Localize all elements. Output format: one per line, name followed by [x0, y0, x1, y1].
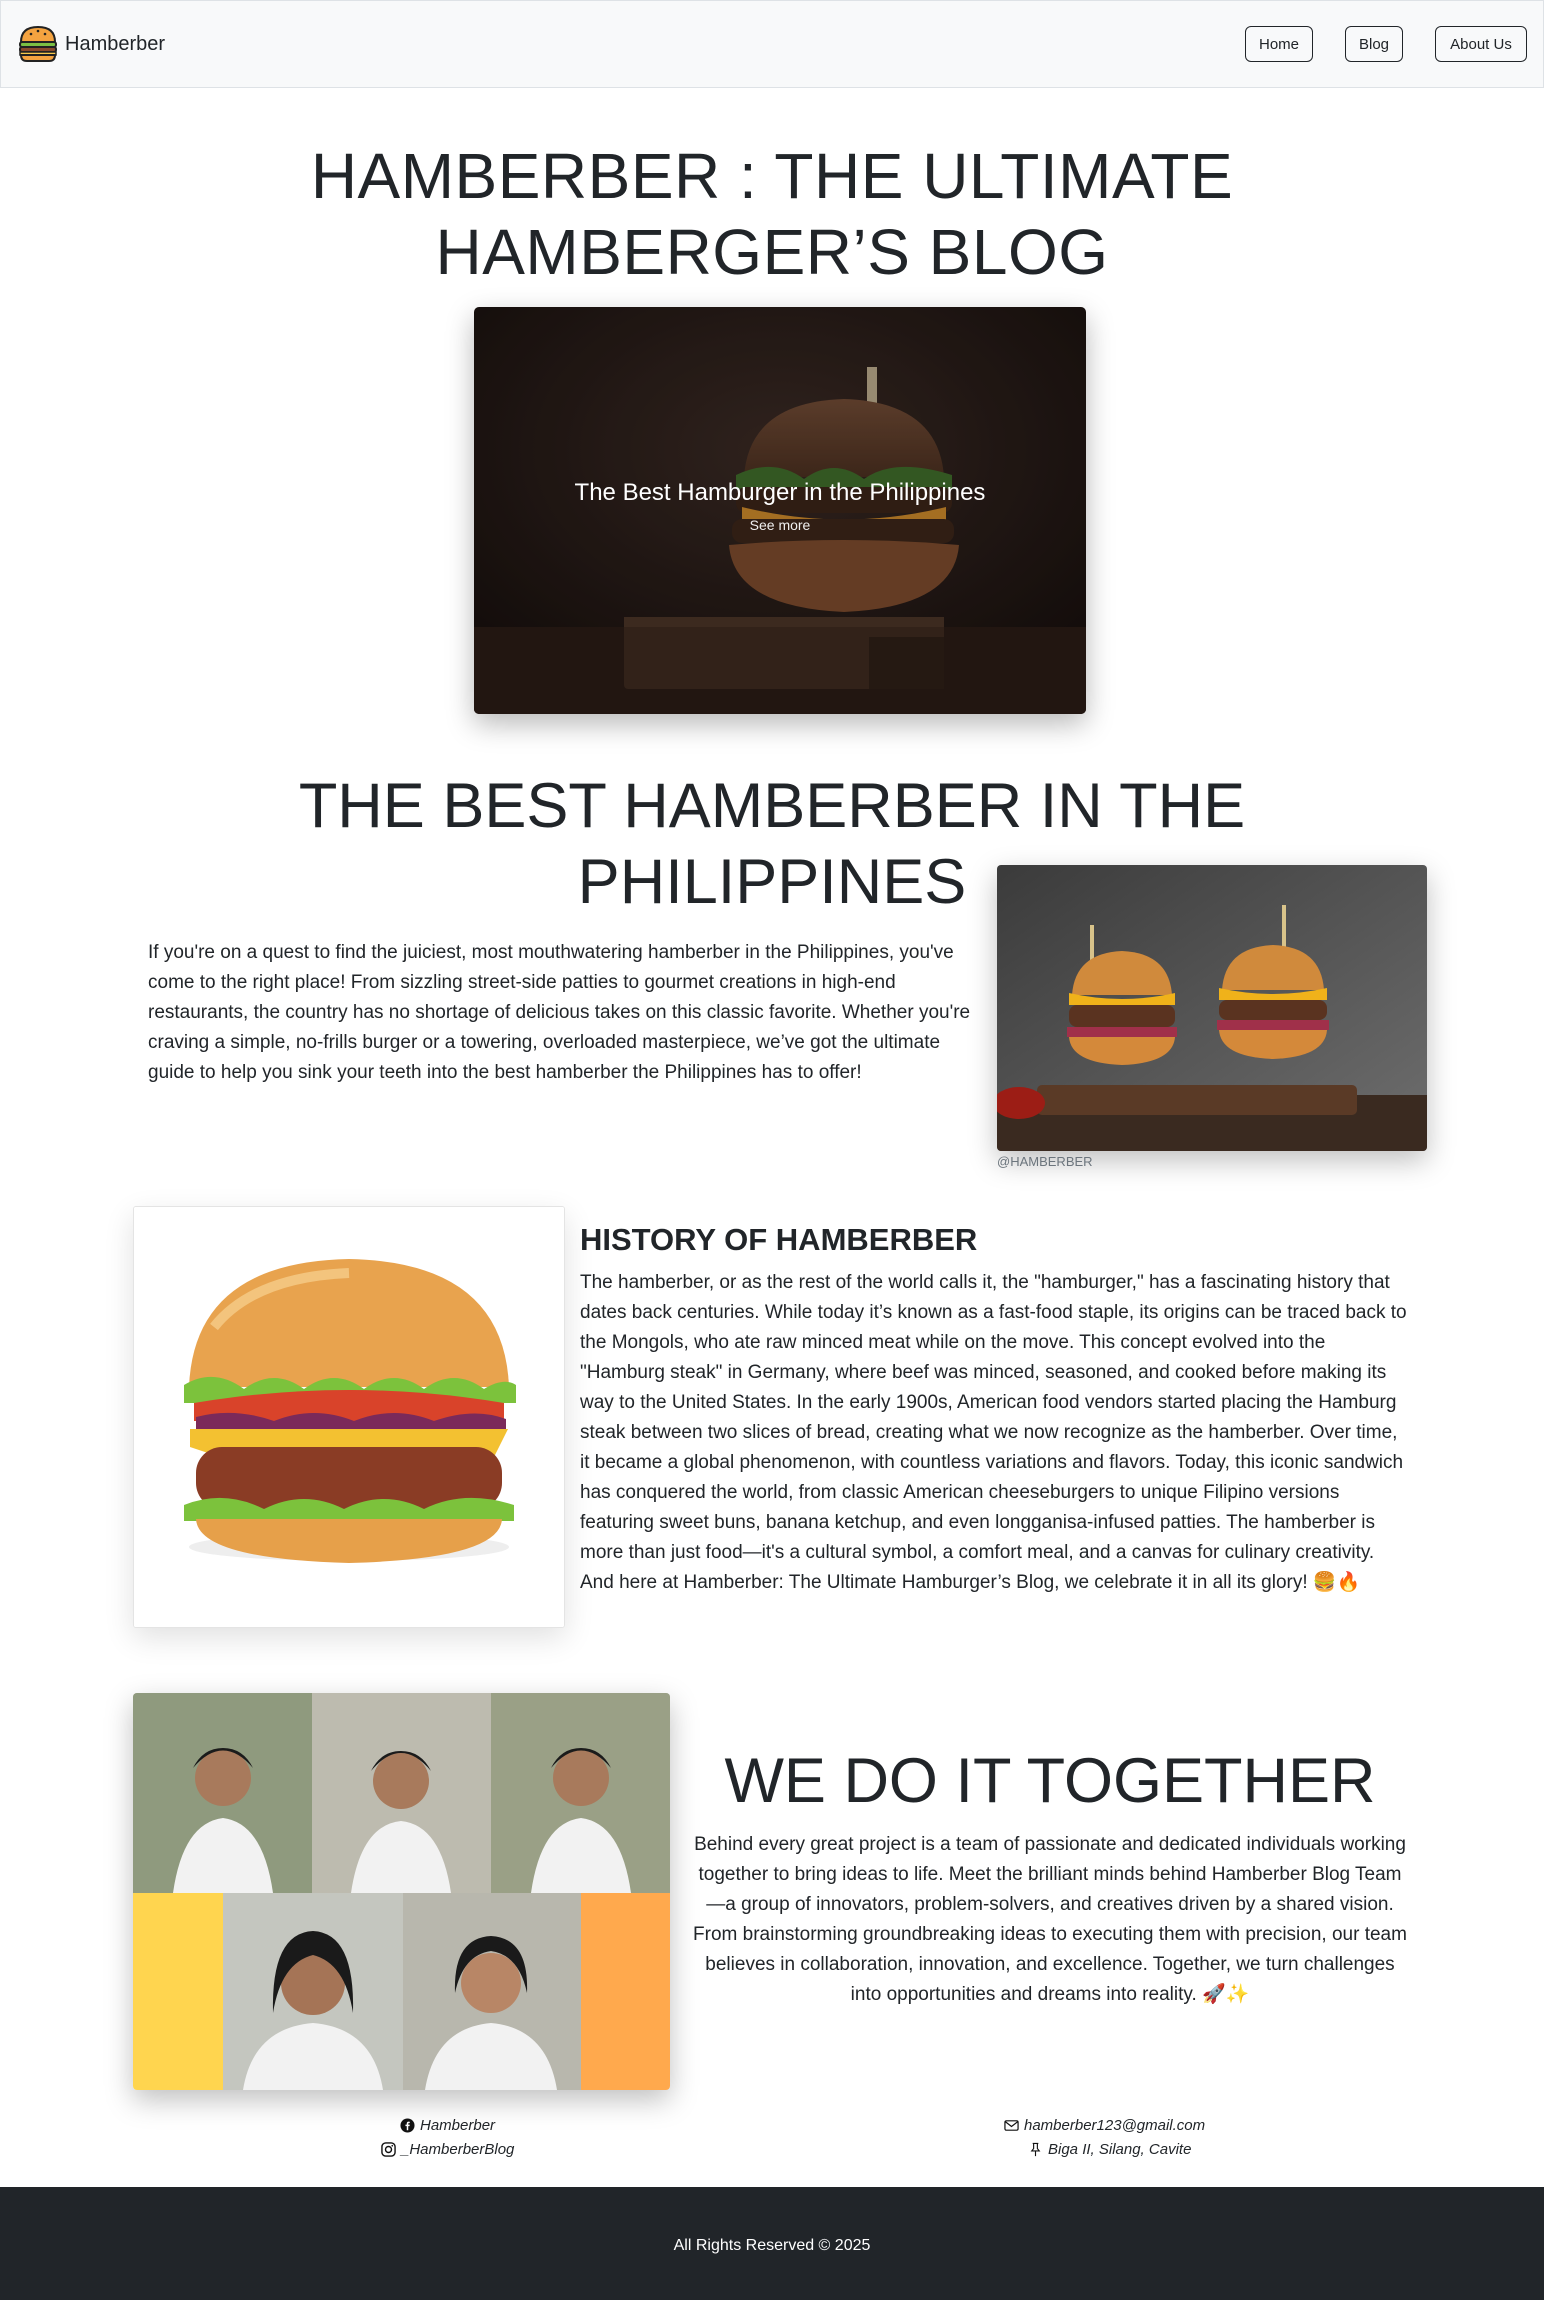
- instagram-link[interactable]: _HamberberBlog: [381, 2141, 514, 2158]
- facebook-icon: [400, 2118, 415, 2133]
- history-section-title: HISTORY OF HAMBERBER: [580, 1222, 978, 1257]
- page-title: HAMBERBER : THE ULTIMATE HAMBERGER’S BLO…: [310, 140, 1234, 288]
- email-address: hamberber123@gmail.com: [1024, 2117, 1206, 2134]
- brand-name: Hamberber: [65, 32, 166, 55]
- burger-on-board-image: [474, 307, 1086, 714]
- nav-about-button[interactable]: About Us: [1435, 26, 1527, 62]
- navbar: Hamberber Home Blog About Us: [0, 0, 1544, 88]
- team-photo-collage: [133, 1693, 670, 2090]
- image-credit: @HAMBERBER: [997, 1154, 1093, 1169]
- location-info: Biga II, Silang, Cavite: [1028, 2141, 1191, 2158]
- email-link[interactable]: hamberber123@gmail.com: [1004, 2117, 1205, 2134]
- history-section-text: The hamberber, or as the rest of the wor…: [580, 1272, 1407, 1593]
- footer: All Rights Reserved © 2025: [0, 2187, 1544, 2300]
- location-text: Biga II, Silang, Cavite: [1048, 2141, 1192, 2158]
- carousel-caption-title: The Best Hamburger in the Philippines: [574, 479, 986, 506]
- nav-blog-button[interactable]: Blog: [1345, 26, 1403, 62]
- carousel-see-more-link[interactable]: See more: [474, 517, 1086, 533]
- facebook-handle: Hamberber: [420, 2117, 496, 2134]
- two-burgers-image: [997, 865, 1427, 1151]
- brand[interactable]: Hamberber: [17, 23, 165, 65]
- facebook-link[interactable]: Hamberber: [400, 2117, 495, 2134]
- cheeseburger-image: [133, 1206, 565, 1628]
- instagram-icon: [381, 2142, 396, 2157]
- team-section-title: WE DO IT TOGETHER: [724, 1746, 1376, 1816]
- best-section-text: If you're on a quest to find the juicies…: [148, 942, 971, 1083]
- copyright-text: All Rights Reserved © 2025: [673, 2237, 871, 2254]
- nav-home-button[interactable]: Home: [1245, 26, 1313, 62]
- instagram-handle: _HamberberBlog: [401, 2141, 515, 2158]
- hero-carousel[interactable]: The Best Hamburger in the Philippines Se…: [474, 307, 1086, 714]
- team-section-text: Behind every great project is a team of …: [693, 1834, 1407, 2005]
- envelope-icon: [1004, 2120, 1019, 2131]
- burger-logo-icon: [19, 25, 57, 62]
- pin-icon: [1030, 2142, 1041, 2157]
